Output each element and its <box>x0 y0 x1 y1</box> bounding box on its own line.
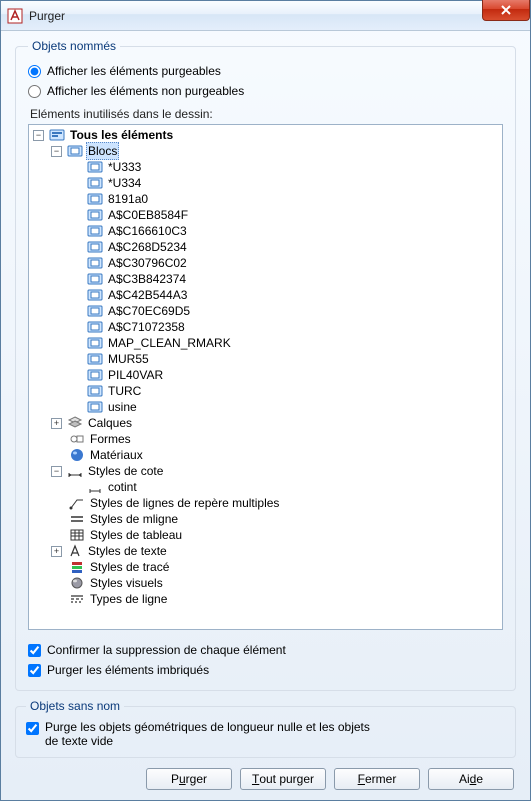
radio-show-purgeable[interactable] <box>28 65 41 78</box>
tree-dimstyle-item[interactable]: cotint <box>106 479 139 495</box>
block-item-icon <box>87 383 103 399</box>
tree-block-item[interactable]: *U333 <box>106 159 143 175</box>
block-item-icon <box>87 239 103 255</box>
layers-icon <box>67 415 83 431</box>
tree-block-item[interactable]: *U334 <box>106 175 143 191</box>
block-item-icon <box>87 399 103 415</box>
block-item-icon <box>87 255 103 271</box>
block-item-icon <box>87 191 103 207</box>
tree-block-item[interactable]: TURC <box>106 383 143 399</box>
checkbox-purge-nested[interactable] <box>28 664 41 677</box>
tree-linetype-label[interactable]: Types de ligne <box>88 591 169 607</box>
app-icon <box>7 8 23 24</box>
purge-button[interactable]: Purger <box>146 768 232 790</box>
expand-toggle[interactable]: − <box>51 146 62 157</box>
tree-shapes-label[interactable]: Formes <box>88 431 133 447</box>
block-item-icon <box>87 207 103 223</box>
plotstyle-icon <box>69 559 85 575</box>
dimstyle-item-icon <box>87 479 103 495</box>
checkbox-purge-zero[interactable] <box>26 722 39 735</box>
mleader-icon <box>69 495 85 511</box>
window-title: Purger <box>29 9 65 23</box>
tree-dimstyles-label[interactable]: Styles de cote <box>86 463 165 479</box>
block-item-icon <box>87 223 103 239</box>
checkbox-purge-zero-label[interactable]: Purge les objets géométriques de longueu… <box>45 720 385 748</box>
checkbox-confirm-each-label[interactable]: Confirmer la suppression de chaque éléme… <box>47 643 286 657</box>
named-objects-group: Objets nommés Afficher les éléments purg… <box>15 39 516 691</box>
named-objects-legend: Objets nommés <box>28 39 120 53</box>
close-button[interactable]: Fermer <box>334 768 420 790</box>
tree-textstyle-label[interactable]: Styles de texte <box>86 543 169 559</box>
blocks-icon <box>67 143 83 159</box>
block-item-icon <box>87 287 103 303</box>
tree-mleader-label[interactable]: Styles de lignes de repère multiples <box>88 495 281 511</box>
materials-icon <box>69 447 85 463</box>
unused-elements-label: Eléments inutilisés dans le dessin: <box>30 107 501 121</box>
titlebar[interactable]: Purger <box>1 1 530 31</box>
unnamed-objects-legend: Objets sans nom <box>26 699 124 713</box>
block-item-icon <box>87 175 103 191</box>
block-item-icon <box>87 271 103 287</box>
expand-toggle[interactable]: − <box>51 466 62 477</box>
tree-block-item[interactable]: A$C268D5234 <box>106 239 189 255</box>
checkbox-confirm-each[interactable] <box>28 644 41 657</box>
block-item-icon <box>87 159 103 175</box>
block-item-icon <box>87 335 103 351</box>
expand-toggle[interactable]: + <box>51 418 62 429</box>
radio-show-purgeable-label[interactable]: Afficher les éléments purgeables <box>47 64 221 78</box>
tree-plotstyle-label[interactable]: Styles de tracé <box>88 559 171 575</box>
tree-block-item[interactable]: 8191a0 <box>106 191 150 207</box>
textstyle-icon <box>67 543 83 559</box>
help-button[interactable]: Aide <box>428 768 514 790</box>
tree-block-item[interactable]: A$C3B842374 <box>106 271 188 287</box>
expand-toggle[interactable]: − <box>33 130 44 141</box>
radio-show-non-purgeable-label[interactable]: Afficher les éléments non purgeables <box>47 84 244 98</box>
visualstyle-icon <box>69 575 85 591</box>
tree-layers-label[interactable]: Calques <box>86 415 134 431</box>
tree-materials-label[interactable]: Matériaux <box>88 447 145 463</box>
linetype-icon <box>69 591 85 607</box>
tree-block-item[interactable]: MAP_CLEAN_RMARK <box>106 335 233 351</box>
block-item-icon <box>87 351 103 367</box>
tree-block-item[interactable]: usine <box>106 399 139 415</box>
tree-block-item[interactable]: A$C0EB8584F <box>106 207 190 223</box>
block-item-icon <box>87 319 103 335</box>
tree-root-label[interactable]: Tous les éléments <box>68 127 175 143</box>
tree-block-item[interactable]: A$C70EC69D5 <box>106 303 192 319</box>
tree-blocks-label[interactable]: Blocs <box>86 142 119 160</box>
unnamed-objects-group: Objets sans nom Purge les objets géométr… <box>15 699 516 758</box>
expand-toggle[interactable]: + <box>51 546 62 557</box>
purge-dialog: Purger Objets nommés Afficher les élémen… <box>0 0 531 801</box>
shapes-icon <box>69 431 85 447</box>
tree-block-item[interactable]: PIL40VAR <box>106 367 165 383</box>
all-elements-icon <box>49 127 65 143</box>
close-window-button[interactable] <box>482 0 530 21</box>
checkbox-purge-nested-label[interactable]: Purger les éléments imbriqués <box>47 663 209 677</box>
tree-block-item[interactable]: A$C166610C3 <box>106 223 189 239</box>
dimstyles-icon <box>67 463 83 479</box>
tree-tablestyle-label[interactable]: Styles de tableau <box>88 527 184 543</box>
tree-block-item[interactable]: MUR55 <box>106 351 151 367</box>
purge-all-button[interactable]: Tout purger <box>240 768 326 790</box>
tree-block-item[interactable]: A$C71072358 <box>106 319 187 335</box>
tree-block-item[interactable]: A$C30796C02 <box>106 255 189 271</box>
tree-block-item[interactable]: A$C42B544A3 <box>106 287 189 303</box>
radio-show-non-purgeable[interactable] <box>28 85 41 98</box>
block-item-icon <box>87 367 103 383</box>
tree-view[interactable]: − Tous les éléments − <box>28 124 503 630</box>
tree-visualstyle-label[interactable]: Styles visuels <box>88 575 165 591</box>
block-item-icon <box>87 303 103 319</box>
tree-mline-label[interactable]: Styles de mligne <box>88 511 180 527</box>
tablestyle-icon <box>69 527 85 543</box>
mline-icon <box>69 511 85 527</box>
